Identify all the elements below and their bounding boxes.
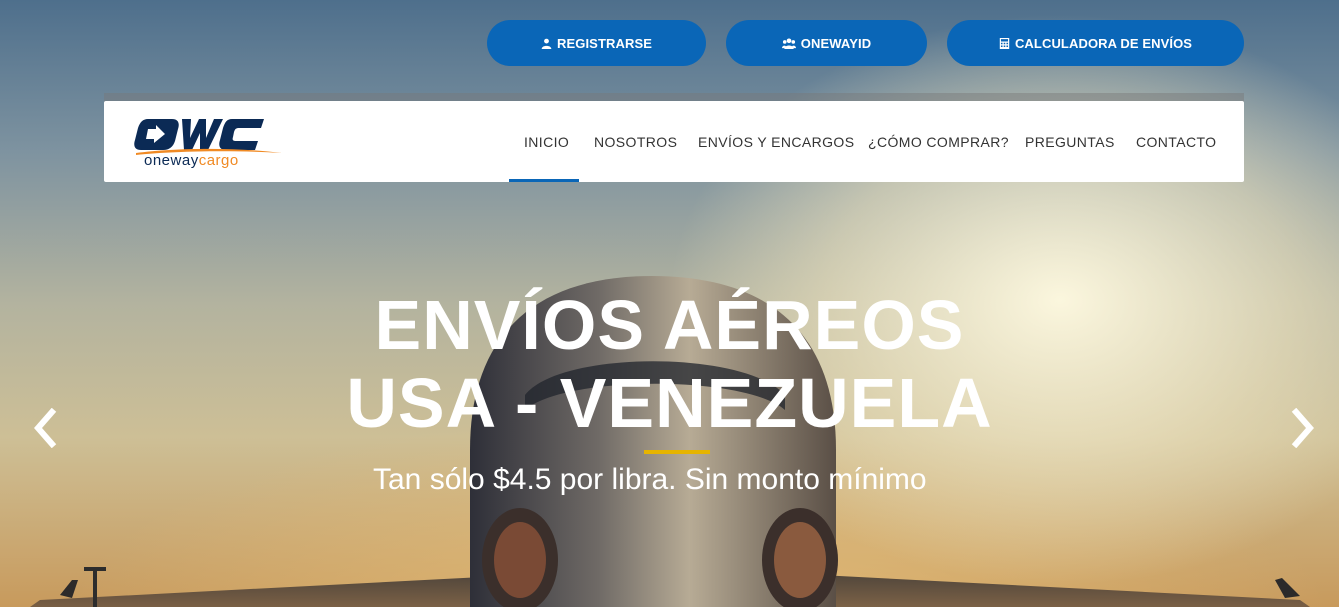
- slide-headline-line1: ENVÍOS AÉREOS: [374, 286, 965, 364]
- user-icon: [541, 38, 552, 49]
- register-button[interactable]: REGISTRARSE: [487, 20, 706, 66]
- shipping-calculator-button[interactable]: CALCULADORA DE ENVÍOS: [947, 20, 1244, 66]
- register-label: REGISTRARSE: [556, 35, 652, 51]
- active-nav-indicator: [509, 179, 579, 182]
- nav-item-envios-y-encargos[interactable]: ENVÍOS Y ENCARGOS: [698, 101, 854, 182]
- logo-wordmark: onewaycargo: [144, 153, 239, 168]
- nav-item-inicio[interactable]: INICIO: [524, 101, 569, 182]
- chevron-right-icon: [1291, 407, 1314, 449]
- carousel-next-button[interactable]: [1288, 407, 1318, 449]
- onewayid-label: ONEWAYID: [800, 35, 872, 51]
- calculator-icon: [999, 37, 1010, 49]
- logo-text-oneway: oneway: [144, 152, 199, 169]
- main-navbar: onewaycargo INICIO NOSOTROS ENVÍOS Y ENC…: [104, 101, 1244, 182]
- carousel-prev-button[interactable]: [30, 407, 60, 449]
- nav-item-nosotros[interactable]: NOSOTROS: [594, 101, 677, 182]
- headline-divider: [644, 450, 710, 454]
- chevron-left-icon: [34, 407, 57, 449]
- nav-item-preguntas[interactable]: PREGUNTAS: [1025, 101, 1115, 182]
- slide-subheadline: Tan sólo $4.5 por libra. Sin monto mínim…: [373, 463, 927, 496]
- calculator-label: CALCULADORA DE ENVÍOS: [1014, 35, 1193, 51]
- site-logo[interactable]: onewaycargo: [134, 115, 284, 171]
- onewayid-button[interactable]: ONEWAYID: [726, 20, 927, 66]
- slide-headline-line2: USA - VENEZUELA: [346, 364, 993, 442]
- nav-item-como-comprar[interactable]: ¿CÓMO COMPRAR?: [868, 101, 1009, 182]
- users-icon: [781, 37, 796, 49]
- nav-item-contacto[interactable]: CONTACTO: [1136, 101, 1216, 182]
- logo-text-cargo: cargo: [198, 152, 239, 169]
